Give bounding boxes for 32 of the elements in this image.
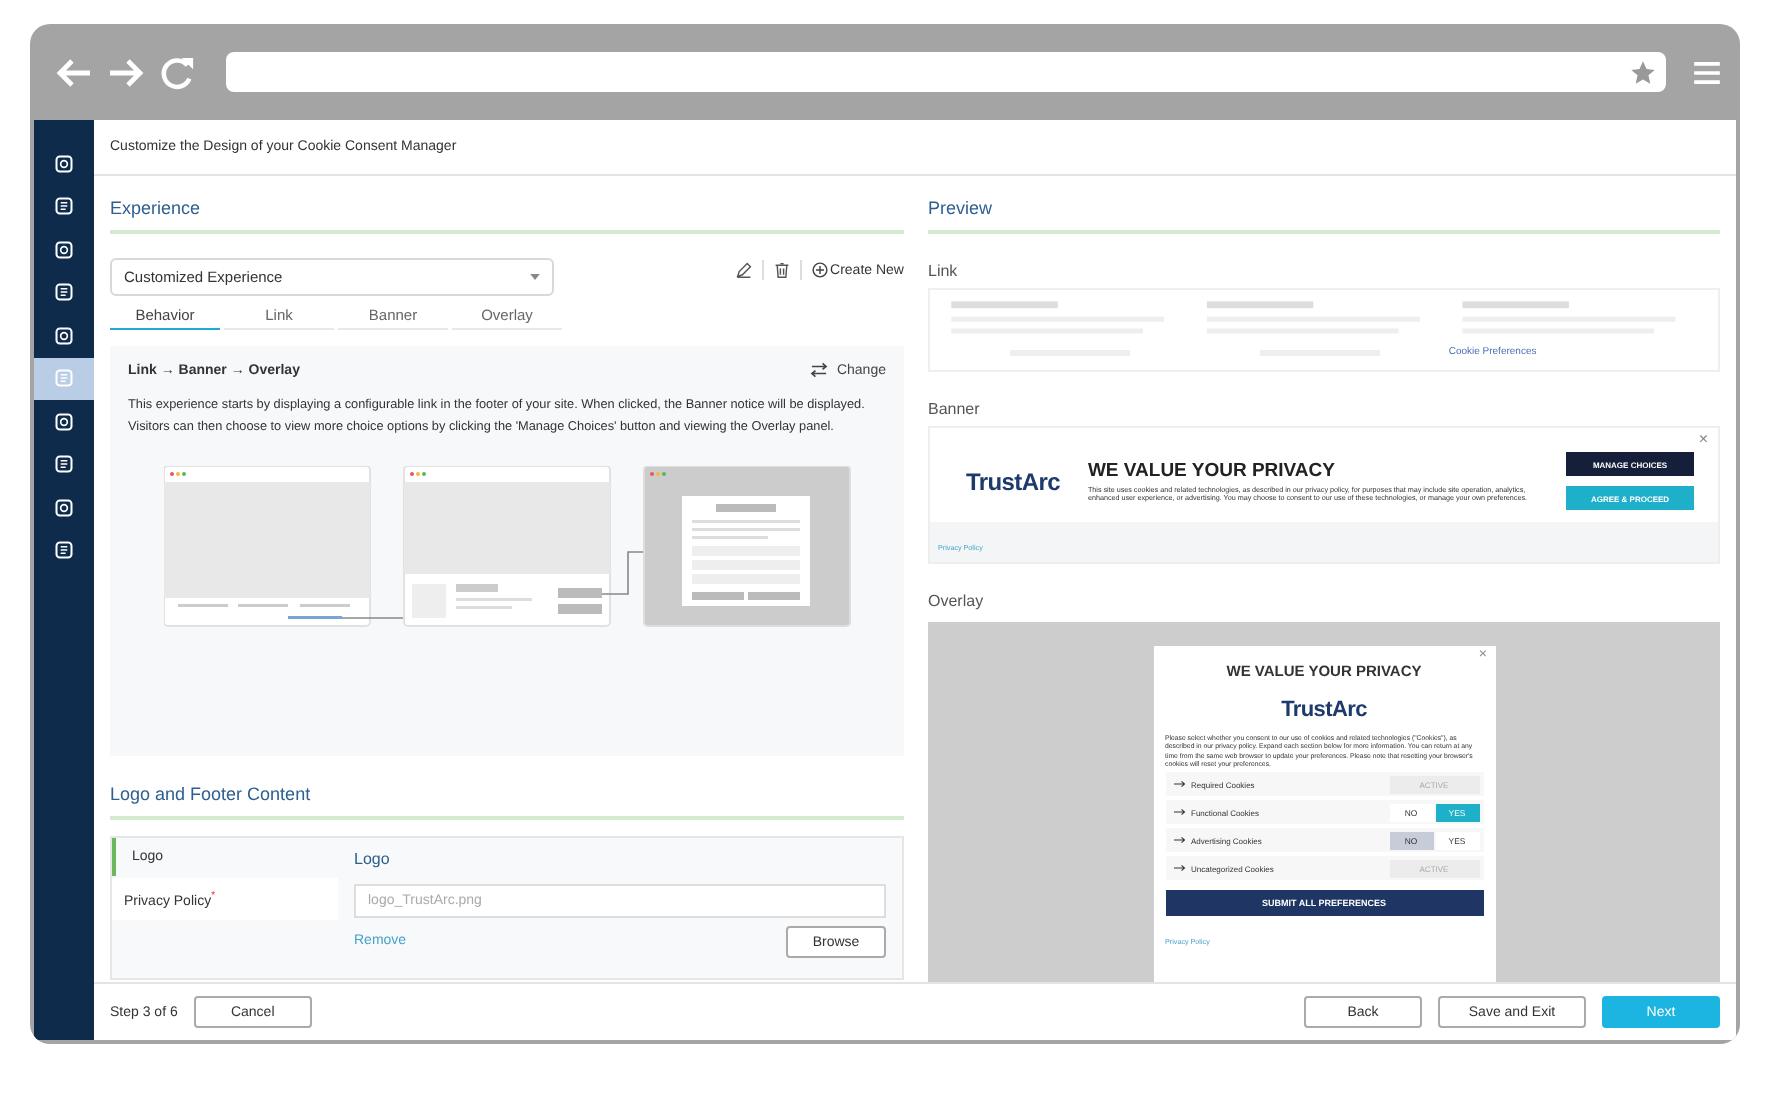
nav-icon	[54, 196, 74, 217]
arrow-icon	[1173, 864, 1185, 873]
nav-icon	[54, 239, 74, 260]
plus-circle-icon	[812, 262, 829, 278]
brand-logo: TrustArc	[1281, 698, 1367, 722]
preview-label: Banner	[928, 400, 982, 418]
preview-label: Overlay	[928, 592, 986, 610]
close-button[interactable]: ×	[1698, 430, 1708, 448]
banner-title: WE VALUE YOUR PRIVACY	[1087, 459, 1337, 482]
arrow-icon	[1173, 780, 1185, 789]
nav-icon	[54, 497, 74, 518]
swap-arrows-icon	[810, 362, 829, 378]
sidebar-item[interactable]	[34, 357, 94, 400]
caret-icon	[530, 274, 540, 280]
nav-icon	[54, 454, 74, 475]
logo-heading: Logo	[354, 850, 392, 868]
trash-icon[interactable]	[774, 262, 791, 278]
star-icon[interactable]	[1630, 59, 1656, 85]
nav-icon	[54, 411, 74, 432]
section-heading: Preview	[928, 198, 995, 218]
preview-label: Link	[928, 262, 960, 280]
section-heading: Logo and Footer Content	[110, 784, 313, 804]
pencil-icon[interactable]	[736, 262, 753, 278]
section-heading: Experience	[110, 198, 203, 218]
arrow-icon	[1173, 808, 1185, 817]
nav-icon	[54, 368, 74, 389]
arrow-icon	[1173, 836, 1185, 845]
nav-icon	[54, 282, 74, 303]
nav-icon	[54, 325, 74, 346]
nav-icon	[54, 153, 74, 174]
nav-icon	[54, 540, 74, 561]
brand-logo: TrustArc	[966, 467, 1060, 495]
